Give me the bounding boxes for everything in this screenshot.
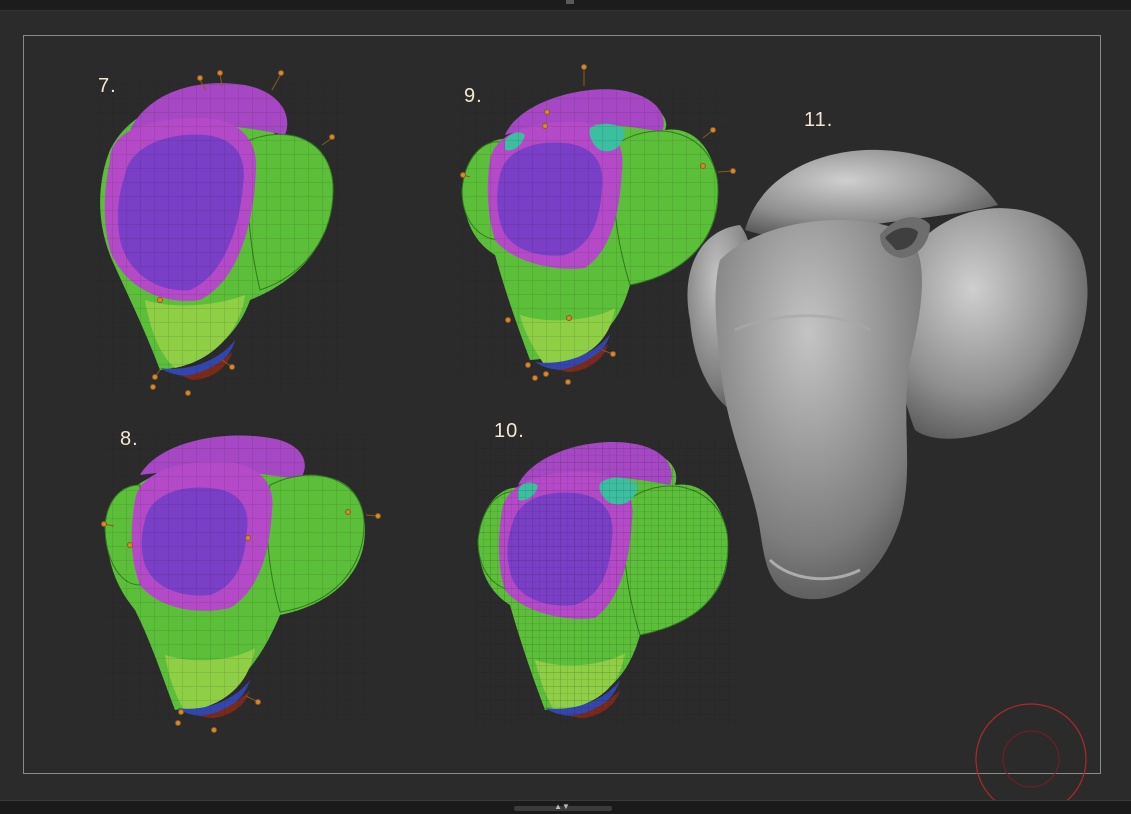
stage-label-7: 7. (98, 75, 117, 97)
up-down-arrows-icon[interactable]: ▲▼ (553, 802, 571, 812)
model-stage-11 (687, 149, 1088, 600)
red-circle-navigator-icon[interactable] (975, 703, 1087, 813)
stage-label-8: 8. (120, 428, 139, 450)
stage-label-9: 9. (464, 85, 483, 107)
model-stage-8 (100, 430, 381, 733)
model-stage-10 (475, 438, 742, 730)
canvas-render (95, 64, 1088, 813)
stage-label-10: 10. (494, 420, 525, 442)
model-stage-7 (95, 70, 345, 396)
stage-label-11: 11. (804, 109, 834, 131)
